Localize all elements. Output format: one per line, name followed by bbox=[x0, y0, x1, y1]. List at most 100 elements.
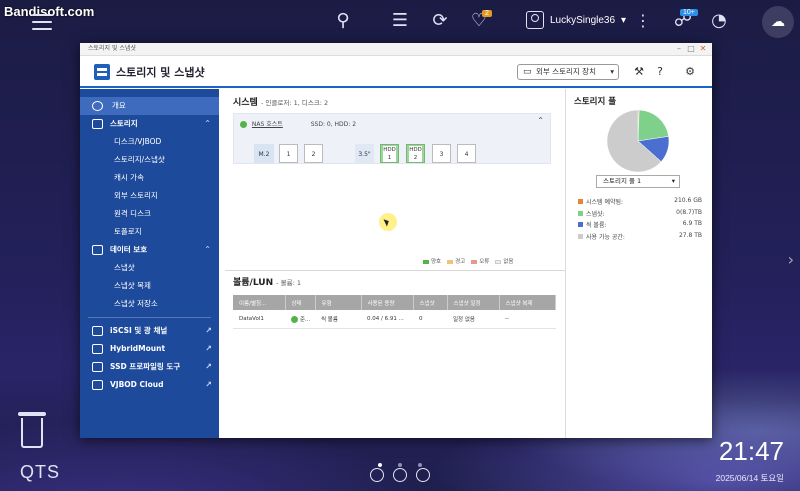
volume-name: DataVol1 bbox=[233, 310, 285, 329]
username: LuckySingle36 bbox=[550, 14, 616, 26]
m2-slot-1[interactable]: 1 bbox=[279, 144, 298, 163]
sidebar-link-ssd-profiling[interactable]: SSD 프로파일링 도구 ↗ bbox=[80, 358, 219, 376]
chevron-up-icon[interactable]: ⌃ bbox=[537, 116, 544, 125]
nas-host-header: NAS 호스트 SSD: 0, HDD: 2 bbox=[234, 114, 550, 128]
system-panel: 시스템 - 인클로저: 1, 디스크: 2 NAS 호스트 SSD: 0, HD… bbox=[225, 89, 565, 438]
chevron-up-icon: ⌃ bbox=[204, 119, 211, 128]
dock-app-icon[interactable] bbox=[416, 468, 430, 482]
external-link-icon: ↗ bbox=[205, 344, 212, 353]
col-name[interactable]: 이름/별칭... bbox=[233, 295, 286, 310]
volume-replica: -- bbox=[499, 310, 556, 329]
nas-host-box[interactable]: NAS 호스트 SSD: 0, HDD: 2 ⌃ M.2 1 2 3.5" HD… bbox=[233, 113, 551, 164]
iscsi-icon bbox=[92, 326, 103, 336]
pool-stats: 시스템 예약됨: 210.6 GB 스냅샷: 0(8.7)TB 씩 볼륨: 6.… bbox=[578, 197, 702, 243]
col-schedule[interactable]: 스냅샷 일정 bbox=[447, 295, 500, 310]
status-ok-icon bbox=[291, 315, 298, 323]
taskbar: Bandisoft.com ⚲ ☰ ⟳ ♡ 2 LuckySingle36 ▾ … bbox=[0, 0, 800, 44]
stat-snapshot: 스냅샷: 0(8.7)TB bbox=[578, 209, 702, 221]
search-icon[interactable]: ⚲ bbox=[330, 8, 356, 34]
sync-icon[interactable]: ⟳ bbox=[427, 8, 453, 34]
col-used[interactable]: 사용된 용량 bbox=[361, 295, 414, 310]
sidebar-divider bbox=[88, 317, 211, 318]
chevron-down-icon: ▾ bbox=[621, 14, 627, 26]
sidebar-item-topology[interactable]: 토폴로지 bbox=[80, 223, 219, 241]
hybridmount-icon bbox=[92, 344, 103, 354]
col-type[interactable]: 유형 bbox=[315, 295, 362, 310]
pool-select[interactable]: 스토리지 풀 1 bbox=[596, 175, 680, 188]
sidebar-link-vjbod-cloud[interactable]: VJBOD Cloud ↗ bbox=[80, 376, 219, 394]
cloud-icon[interactable]: ☁ bbox=[762, 6, 794, 38]
external-link-icon: ↗ bbox=[205, 380, 212, 389]
col-snapshots[interactable]: 스냅샷 bbox=[413, 295, 448, 310]
nas-host-label: NAS 호스트 bbox=[251, 121, 283, 128]
more-icon[interactable]: ⋮ bbox=[630, 8, 656, 34]
dashboard-icon[interactable]: ◔ bbox=[706, 8, 732, 34]
minimize-icon[interactable]: – bbox=[674, 43, 684, 55]
chevron-up-icon: ⌃ bbox=[204, 245, 211, 254]
drive-bay-3[interactable]: 3 bbox=[432, 144, 451, 163]
sidebar-item-storage-snapshots[interactable]: 스토리지/스냅샷 bbox=[80, 151, 219, 169]
desktop-date: 2025/06/14 토요일 bbox=[715, 473, 784, 483]
sidebar-item-disks[interactable]: 디스크/VJBOD bbox=[80, 133, 219, 151]
pie-slice-snapshot bbox=[637, 109, 669, 142]
sidebar-item-snapshot[interactable]: 스냅샷 bbox=[80, 259, 219, 277]
shield-icon bbox=[92, 245, 103, 255]
storage-pool-panel: 스토리지 풀 스토리지 풀 1 시스템 예약됨: 210.6 GB 스냅샷: 0… bbox=[565, 89, 712, 438]
external-storage-button[interactable]: 외부 스토리지 장치 bbox=[517, 64, 619, 80]
volume-schedule: 일정 없음 bbox=[447, 310, 499, 329]
sidebar-section-storage[interactable]: 스토리지 ⌃ bbox=[80, 115, 219, 133]
disk-count: SSD: 0, HDD: 2 bbox=[310, 121, 357, 128]
sidebar-item-cache[interactable]: 캐시 가속 bbox=[80, 169, 219, 187]
m2-slot-2[interactable]: 2 bbox=[304, 144, 323, 163]
dock bbox=[370, 467, 439, 486]
mouse-cursor bbox=[379, 213, 397, 231]
drive-bay-1[interactable]: HDD 1 bbox=[380, 144, 399, 163]
tools-icon[interactable]: ⚒ bbox=[631, 64, 647, 80]
table-row[interactable]: DataVol1 준... 씩 볼륨 0.04 / 6.91 ... 0 일정 … bbox=[233, 310, 556, 329]
volume-snapshots: 0 bbox=[413, 310, 447, 329]
section-divider bbox=[225, 270, 565, 271]
dock-app-icon[interactable] bbox=[370, 468, 384, 482]
chevron-right-icon[interactable]: › bbox=[788, 250, 794, 269]
bay-label: 3.5" bbox=[355, 144, 374, 163]
database-icon bbox=[92, 119, 103, 129]
gear-icon[interactable]: ⚙ bbox=[682, 64, 698, 80]
drive-bay-4[interactable]: 4 bbox=[457, 144, 476, 163]
sidebar-item-snapshot-vault[interactable]: 스냅샷 저장소 bbox=[80, 295, 219, 313]
volume-type: 씩 볼륨 bbox=[315, 310, 361, 329]
sidebar-item-remote-disk[interactable]: 원격 디스크 bbox=[80, 205, 219, 223]
window-title: 스토리지 및 스냅샷 bbox=[88, 45, 136, 52]
maximize-icon[interactable]: □ bbox=[686, 43, 696, 55]
sidebar-item-overview[interactable]: 개요 bbox=[80, 97, 219, 115]
col-status[interactable]: 상태 bbox=[285, 295, 316, 310]
legend-swatch bbox=[578, 199, 583, 204]
sidebar-item-snapshot-replica[interactable]: 스냅샷 복제 bbox=[80, 277, 219, 295]
trash-icon[interactable] bbox=[18, 412, 46, 448]
drive-bay-2[interactable]: HDD 2 bbox=[406, 144, 425, 163]
col-replica[interactable]: 스냅샷 복제 bbox=[499, 295, 556, 310]
sidebar-section-protection[interactable]: 데이터 보호 ⌃ bbox=[80, 241, 219, 259]
ssd-icon bbox=[92, 362, 103, 372]
stat-reserved: 시스템 예약됨: 210.6 GB bbox=[578, 197, 702, 209]
window-titlebar: 스토리지 및 스냅샷 – □ ✕ bbox=[80, 43, 712, 56]
close-icon[interactable]: ✕ bbox=[698, 43, 708, 55]
vjbod-cloud-icon bbox=[92, 380, 103, 390]
stat-free-space: 사용 가능 공간: 27.8 TB bbox=[578, 232, 702, 244]
sidebar-link-iscsi[interactable]: iSCSI 및 광 채널 ↗ bbox=[80, 322, 219, 340]
external-devices-badge: 10+ bbox=[680, 9, 698, 16]
sidebar-item-external[interactable]: 외부 스토리지 bbox=[80, 187, 219, 205]
main-menu-button[interactable] bbox=[32, 14, 52, 30]
app-title: 스토리지 및 스냅샷 bbox=[116, 66, 205, 79]
notification-badge: 2 bbox=[482, 10, 492, 17]
legend-swatch bbox=[578, 222, 583, 227]
user-menu[interactable]: LuckySingle36 ▾ bbox=[526, 11, 626, 29]
external-link-icon: ↗ bbox=[205, 362, 212, 371]
help-icon[interactable]: ? bbox=[652, 64, 668, 80]
storage-app-icon bbox=[94, 64, 110, 80]
sidebar-link-hybridmount[interactable]: HybridMount ↗ bbox=[80, 340, 219, 358]
tasks-icon[interactable]: ☰ bbox=[387, 8, 413, 34]
user-icon bbox=[526, 11, 544, 29]
dock-app-icon[interactable] bbox=[393, 468, 407, 482]
system-subtitle: - 인클로저: 1, 디스크: 2 bbox=[260, 99, 329, 107]
system-title: 시스템 - 인클로저: 1, 디스크: 2 bbox=[233, 98, 329, 108]
